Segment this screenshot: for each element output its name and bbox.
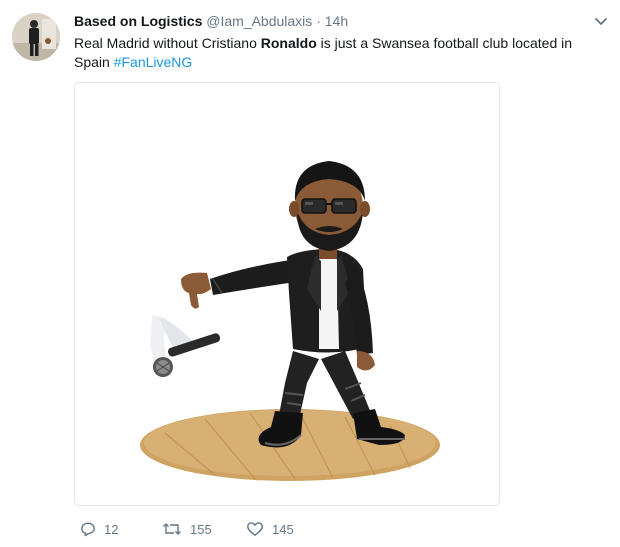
bitmoji-illustration [140, 161, 440, 481]
chevron-down-icon[interactable] [590, 10, 612, 32]
tweet-text: Real Madrid without Cristiano Ronaldo is… [74, 34, 604, 72]
hashtag-link[interactable]: #FanLiveNG [114, 54, 193, 70]
like-count: 145 [272, 521, 294, 537]
tweet-timestamp[interactable]: 14h [325, 13, 348, 29]
retweet-count: 155 [190, 521, 212, 537]
reply-icon [81, 522, 95, 537]
reply-button[interactable]: 12 [80, 518, 118, 540]
tweet: Based on Logistics @Iam_Abdulaxis · 14h … [0, 0, 620, 547]
tweet-text-bold: Ronaldo [260, 35, 317, 51]
author-handle[interactable]: @Iam_Abdulaxis [206, 13, 312, 29]
retweet-button[interactable]: 155 [162, 518, 212, 540]
author-name[interactable]: Based on Logistics [74, 13, 202, 29]
like-icon [247, 522, 263, 536]
tweet-media-image[interactable] [74, 82, 500, 506]
separator-dot: · [316, 13, 321, 29]
tweet-header: Based on Logistics @Iam_Abdulaxis · 14h [74, 12, 348, 30]
avatar[interactable] [12, 13, 60, 61]
like-button[interactable]: 145 [246, 518, 294, 540]
retweet-icon [163, 523, 181, 535]
reply-count: 12 [104, 521, 119, 537]
tweet-text-part: Real Madrid without Cristiano [74, 35, 261, 51]
